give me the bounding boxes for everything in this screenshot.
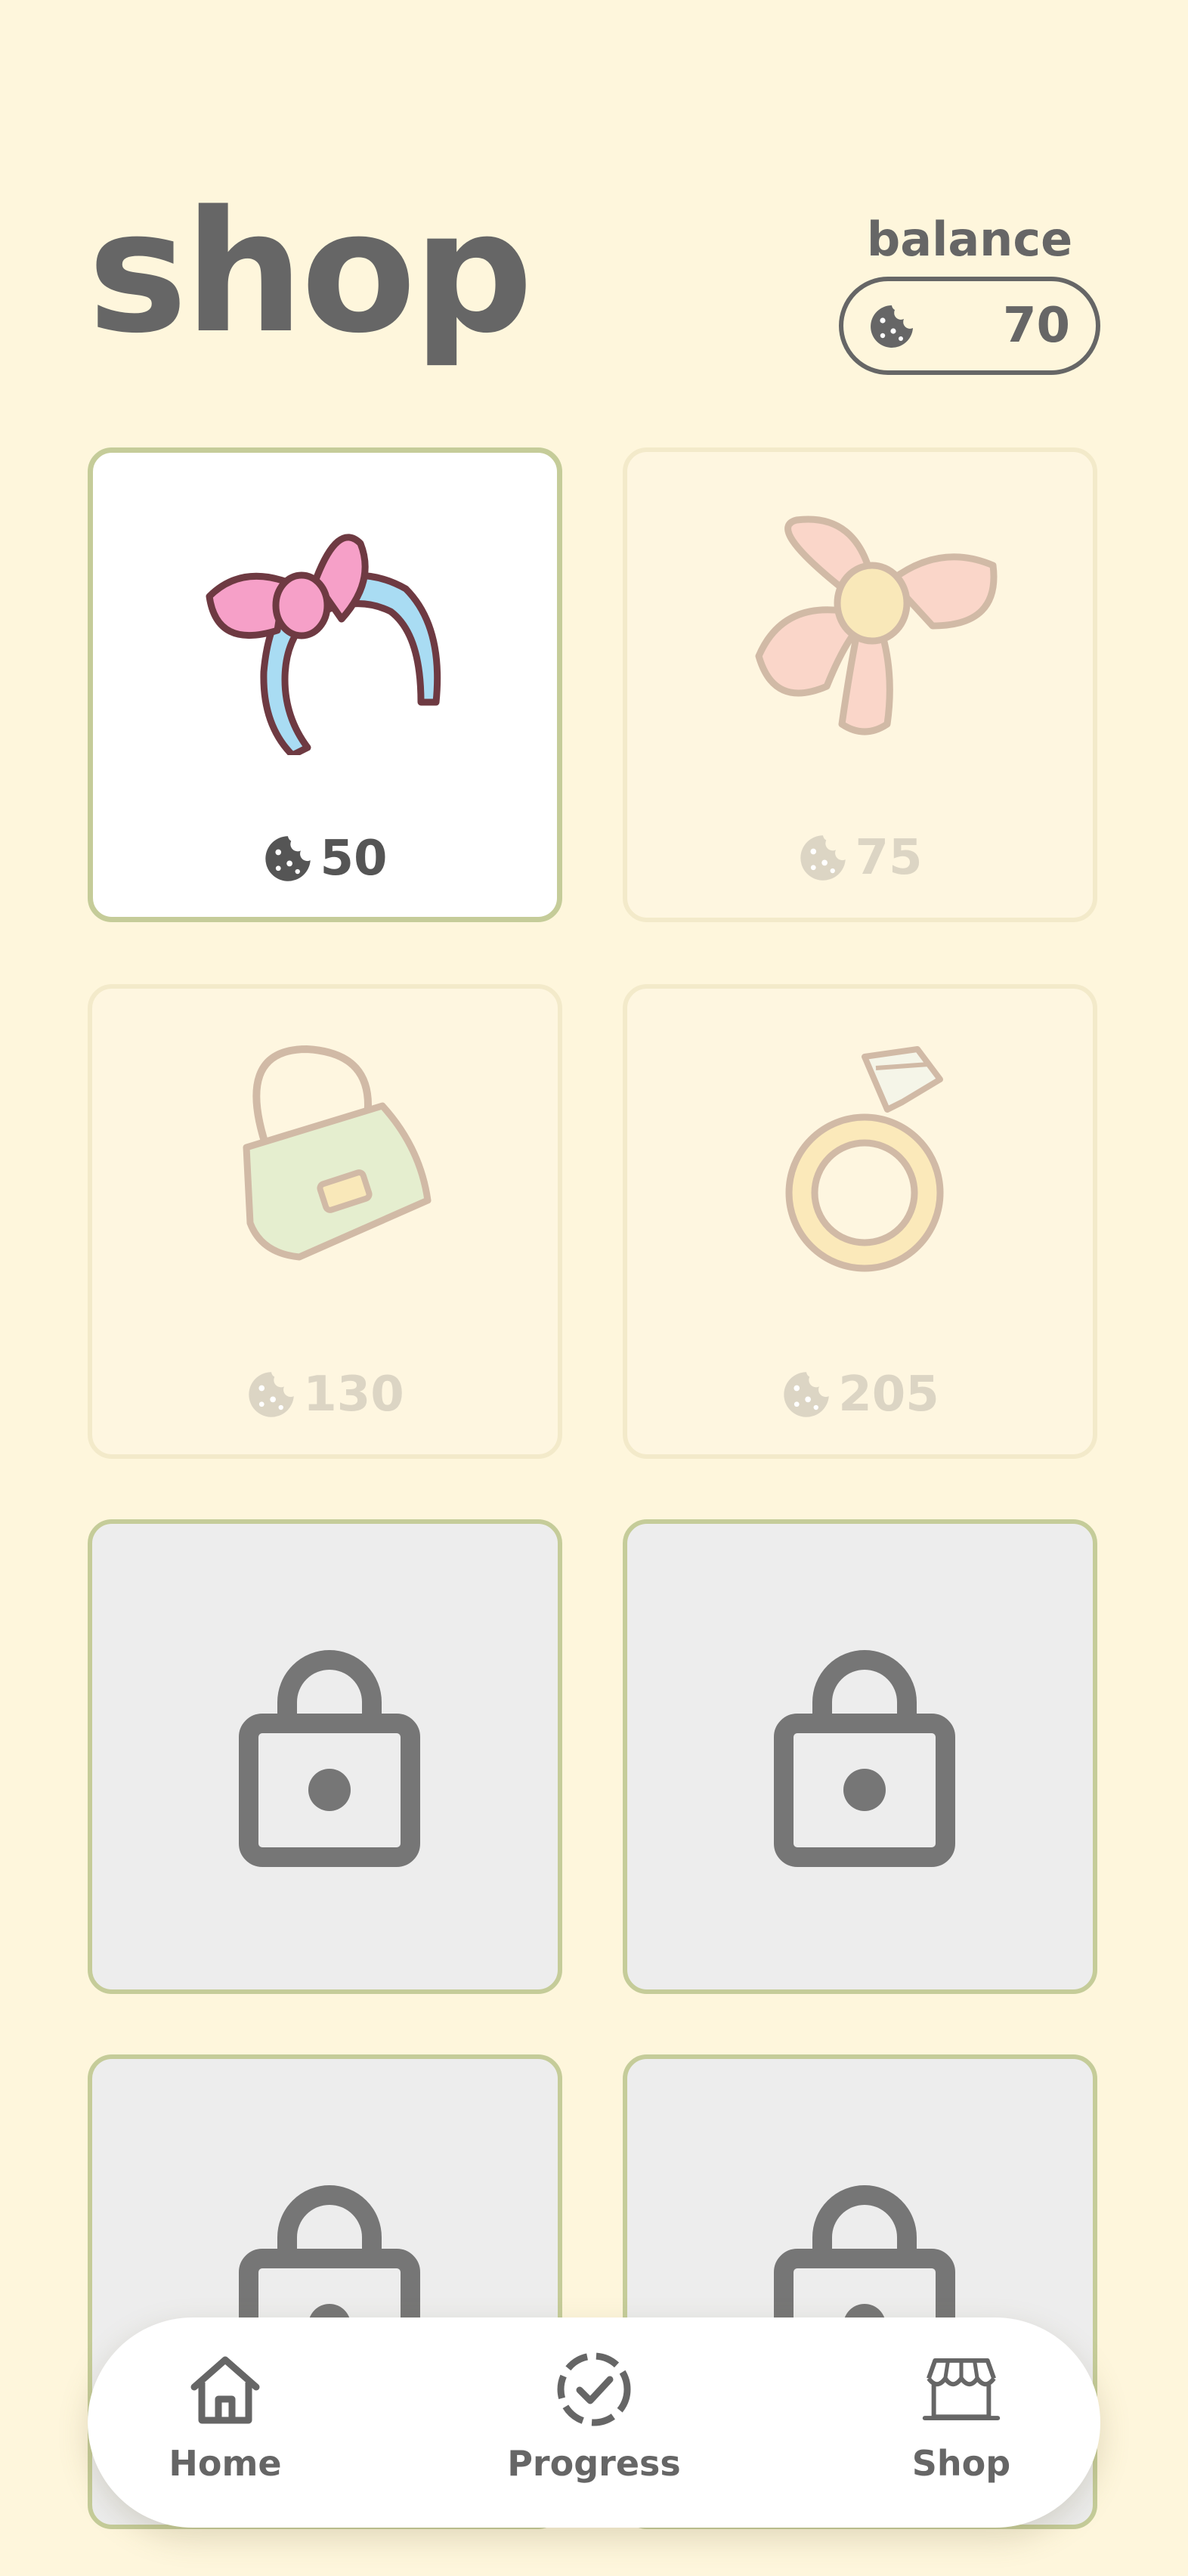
item-price-value: 130	[303, 1367, 404, 1423]
lock-icon	[774, 1640, 955, 1867]
headband-icon	[206, 534, 441, 755]
progress-icon	[557, 2352, 631, 2426]
lock-icon	[239, 1640, 420, 1867]
nav-home-label: Home	[169, 2443, 282, 2484]
cookie-icon	[781, 1369, 832, 1420]
shop-item-headband[interactable]: 50	[88, 447, 562, 922]
balance-pill: 70	[839, 277, 1100, 375]
nav-progress[interactable]: Progress	[481, 2348, 707, 2484]
cookie-icon	[868, 302, 916, 351]
cookie-icon	[797, 832, 849, 884]
item-price: 75	[627, 830, 1093, 886]
shop-item-locked[interactable]	[623, 1519, 1097, 1994]
item-price: 130	[92, 1367, 558, 1423]
handbag-icon	[243, 1045, 432, 1261]
item-price-value: 50	[320, 831, 388, 887]
shop-item-locked[interactable]	[88, 1519, 562, 1994]
home-icon	[190, 2356, 260, 2424]
nav-shop[interactable]: Shop	[848, 2348, 1075, 2484]
cookie-icon	[262, 833, 314, 884]
shop-icon	[922, 2358, 1001, 2421]
shop-item-handbag[interactable]: 130	[88, 984, 562, 1459]
nav-progress-label: Progress	[507, 2443, 681, 2484]
nav-shop-label: Shop	[911, 2443, 1011, 2484]
shop-item-bow[interactable]: 75	[623, 447, 1097, 922]
bottom-nav: Home Progress Shop	[88, 2317, 1100, 2528]
cookie-icon	[246, 1369, 297, 1420]
item-price: 205	[627, 1367, 1093, 1423]
bow-icon	[755, 516, 998, 735]
page-title: shop	[88, 175, 534, 370]
balance-amount: 70	[1002, 298, 1070, 354]
ring-icon	[785, 1046, 944, 1272]
nav-home[interactable]: Home	[112, 2348, 339, 2484]
shop-item-ring[interactable]: 205	[623, 984, 1097, 1459]
item-price-value: 205	[838, 1367, 939, 1423]
item-price: 50	[93, 831, 557, 887]
item-price-value: 75	[855, 830, 923, 886]
balance-label: balance	[866, 212, 1073, 267]
